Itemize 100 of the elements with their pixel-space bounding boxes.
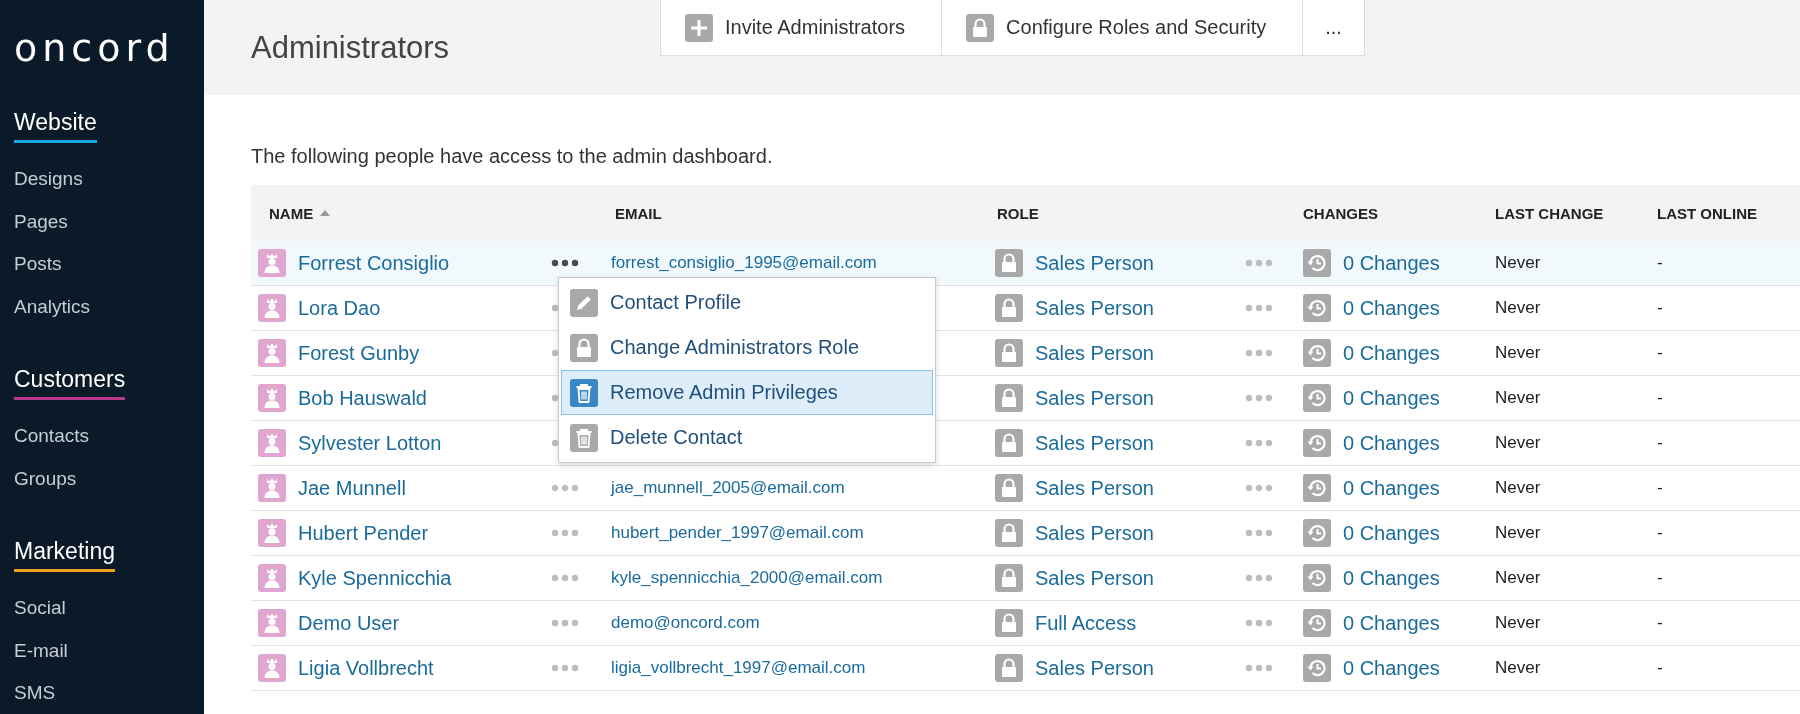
section-heading[interactable]: Marketing — [14, 538, 115, 572]
role-link[interactable]: Sales Person — [1035, 386, 1154, 410]
history-icon — [1303, 609, 1331, 637]
role-link[interactable]: Sales Person — [1035, 566, 1154, 590]
table-row[interactable]: Demo User demo@oncord.com Full Access 0 Changes Never - — [251, 601, 1800, 646]
table-cell: Never — [1495, 388, 1541, 408]
history-icon — [1303, 429, 1331, 457]
sidebar-item[interactable]: Contacts — [14, 415, 89, 458]
role-link[interactable]: Sales Person — [1035, 341, 1154, 365]
changes-link[interactable]: 0 Changes — [1343, 566, 1440, 590]
table-cell: - — [1657, 388, 1663, 408]
table-cell: Never — [1495, 568, 1541, 588]
changes-link[interactable]: 0 Changes — [1343, 341, 1440, 365]
lock-icon — [995, 654, 1023, 682]
role-link[interactable]: Sales Person — [1035, 476, 1154, 500]
table-cell: Never — [1495, 658, 1541, 678]
name-link[interactable]: Forrest Consiglio — [298, 251, 450, 275]
column-header[interactable]: NAME — [269, 204, 331, 222]
description: The following people have access to the admin dashboard. — [251, 145, 774, 168]
more-icon[interactable] — [551, 259, 579, 267]
history-icon — [1303, 339, 1331, 367]
sidebar-item[interactable]: E-mail — [14, 629, 68, 672]
changes-link[interactable]: 0 Changes — [1343, 386, 1440, 410]
logo: oncord — [14, 30, 176, 66]
table-cell: - — [1657, 568, 1663, 588]
trash-icon — [570, 423, 598, 452]
column-header[interactable]: EMAIL — [615, 204, 662, 222]
email-link[interactable]: ligia_vollbrecht_1997@email.com — [611, 658, 866, 678]
table-cell: Never — [1495, 613, 1541, 633]
page-title: Administrators — [251, 29, 451, 66]
role-link[interactable]: Full Access — [1035, 611, 1137, 635]
sidebar-item[interactable]: Posts — [14, 243, 62, 286]
user-icon — [258, 519, 286, 547]
user-icon — [258, 609, 286, 637]
sidebar-item[interactable]: SMS — [14, 672, 56, 714]
name-link[interactable]: Kyle Spennicchia — [298, 566, 452, 590]
lock-icon — [995, 609, 1023, 637]
lock-icon — [995, 249, 1023, 277]
changes-link[interactable]: 0 Changes — [1343, 251, 1440, 275]
role-link[interactable]: Sales Person — [1035, 656, 1154, 680]
email-link[interactable]: jae_munnell_2005@email.com — [611, 478, 845, 498]
name-link[interactable]: Lora Dao — [298, 296, 381, 320]
sidebar-item[interactable]: Analytics — [14, 285, 91, 328]
menu-item[interactable]: Remove Admin Privileges — [561, 370, 933, 415]
table-cell: - — [1657, 433, 1663, 453]
table-row[interactable]: Kyle Spennicchia kyle_spennicchia_2000@email.com Sales Person 0 Changes Never - — [251, 556, 1800, 601]
changes-link[interactable]: 0 Changes — [1343, 431, 1440, 455]
lock-icon — [995, 474, 1023, 502]
column-header[interactable]: ROLE — [997, 204, 1039, 222]
user-icon — [258, 249, 286, 277]
table-row[interactable]: Jae Munnell jae_munnell_2005@email.com Sales Person 0 Changes Never - — [251, 466, 1800, 511]
name-link[interactable]: Ligia Vollbrecht — [298, 656, 434, 680]
name-link[interactable]: Hubert Pender — [298, 521, 429, 545]
sidebar-item[interactable]: Designs — [14, 158, 83, 201]
role-link[interactable]: Sales Person — [1035, 521, 1154, 545]
changes-link[interactable]: 0 Changes — [1343, 476, 1440, 500]
lock-icon — [966, 13, 995, 42]
role-link[interactable]: Sales Person — [1035, 296, 1154, 320]
table-row[interactable]: Ligia Vollbrecht ligia_vollbrecht_1997@email.com Sales Person 0 Changes Never - — [251, 646, 1800, 691]
role-link[interactable]: Sales Person — [1035, 251, 1154, 275]
sidebar-item[interactable]: Pages — [14, 200, 68, 243]
section-heading[interactable]: Customers — [14, 366, 126, 400]
email-link[interactable]: hubert_pender_1997@email.com — [611, 523, 864, 543]
changes-link[interactable]: 0 Changes — [1343, 611, 1440, 635]
table-cell: - — [1657, 658, 1663, 678]
name-link[interactable]: Sylvester Lotton — [298, 431, 442, 455]
table-cell: - — [1657, 523, 1663, 543]
sidebar-item[interactable]: Social — [14, 587, 66, 630]
pencil-icon — [570, 288, 598, 317]
user-icon — [258, 294, 286, 322]
table-row[interactable]: Hubert Pender hubert_pender_1997@email.com Sales Person 0 Changes Never - — [251, 511, 1800, 556]
lock-icon — [995, 429, 1023, 457]
name-link[interactable]: Forest Gunby — [298, 341, 420, 365]
name-link[interactable]: Bob Hauswald — [298, 386, 427, 410]
plus-icon — [685, 13, 713, 42]
column-header[interactable]: LAST CHANGE — [1495, 204, 1604, 222]
changes-link[interactable]: 0 Changes — [1343, 656, 1440, 680]
column-header[interactable]: CHANGES — [1303, 204, 1378, 222]
user-icon — [258, 474, 286, 502]
changes-link[interactable]: 0 Changes — [1343, 521, 1440, 545]
section-heading[interactable]: Website — [14, 109, 97, 143]
table-cell: Never — [1495, 343, 1541, 363]
changes-link[interactable]: 0 Changes — [1343, 296, 1440, 320]
lock-icon — [995, 339, 1023, 367]
sort-ascending-icon — [320, 210, 331, 216]
email-link[interactable]: demo@oncord.com — [611, 613, 760, 633]
column-header[interactable]: LAST ONLINE — [1657, 204, 1757, 222]
name-link[interactable]: Jae Munnell — [298, 476, 406, 500]
email-link[interactable]: forrest_consiglio_1995@email.com — [611, 253, 877, 273]
table-row[interactable]: Forrest Consiglio forrest_consiglio_1995@email.com Sales Person 0 Changes Never - — [251, 241, 1800, 286]
table-cell: Never — [1495, 253, 1541, 273]
lock-icon — [570, 333, 598, 362]
user-icon — [258, 384, 286, 412]
history-icon — [1303, 294, 1331, 322]
role-link[interactable]: Sales Person — [1035, 431, 1154, 455]
email-link[interactable]: kyle_spennicchia_2000@email.com — [611, 568, 883, 588]
sidebar-item[interactable]: Groups — [14, 457, 77, 500]
history-icon — [1303, 384, 1331, 412]
lock-icon — [995, 519, 1023, 547]
name-link[interactable]: Demo User — [298, 611, 400, 635]
